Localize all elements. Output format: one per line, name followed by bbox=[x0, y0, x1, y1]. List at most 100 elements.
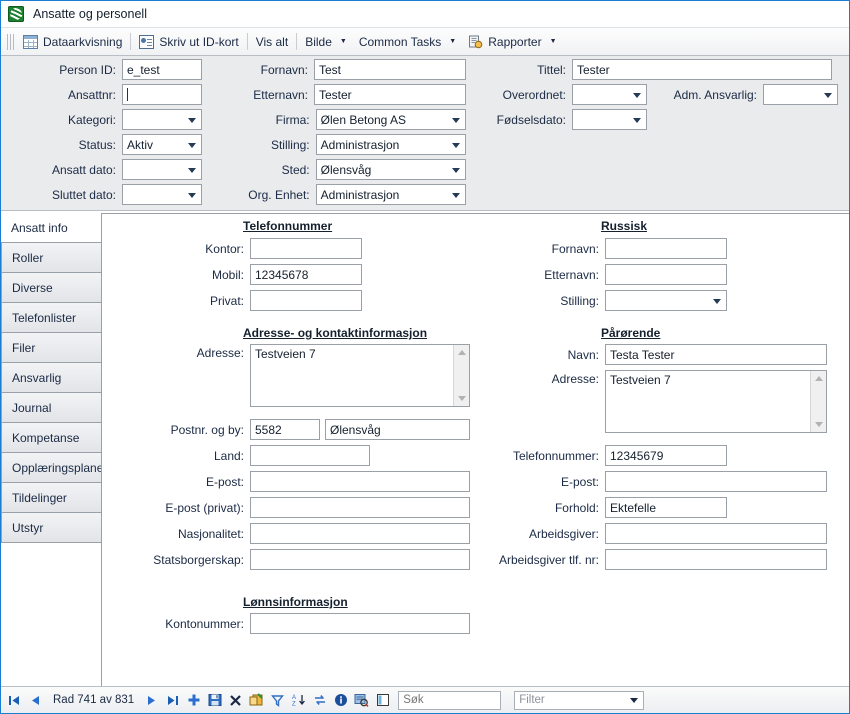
ansattnr-input[interactable] bbox=[122, 84, 202, 105]
refresh-button[interactable] bbox=[311, 692, 328, 709]
section-title-parorende: Pårørende bbox=[601, 326, 660, 340]
by-input[interactable] bbox=[325, 419, 470, 440]
tab-kompetanse[interactable]: Kompetanse bbox=[1, 423, 102, 453]
parorende-arbeidsgiver-input[interactable] bbox=[605, 523, 827, 544]
save-record-button[interactable] bbox=[206, 692, 223, 709]
parorende-arbeidsgiver-tlf-input[interactable] bbox=[605, 549, 827, 570]
parorende-epost-input[interactable] bbox=[605, 471, 827, 492]
adresse-text: Testveien 7 bbox=[255, 347, 316, 361]
privat-input[interactable] bbox=[250, 290, 362, 311]
parorende-navn-input[interactable] bbox=[605, 344, 827, 365]
kategori-combobox[interactable] bbox=[122, 109, 202, 130]
next-record-button[interactable] bbox=[143, 692, 160, 709]
ansatt-dato-combobox[interactable] bbox=[122, 159, 202, 180]
field-label: Ansattnr: bbox=[1, 88, 122, 102]
field-russisk-fornavn: Fornavn: bbox=[462, 238, 727, 259]
statsborgerskap-input[interactable] bbox=[250, 549, 470, 570]
mobil-input[interactable] bbox=[250, 264, 362, 285]
fornavn-input[interactable] bbox=[314, 59, 466, 80]
epost-privat-input[interactable] bbox=[250, 497, 470, 518]
toolbar-vis-alt-button[interactable]: Vis alt bbox=[250, 32, 294, 52]
info-button[interactable] bbox=[332, 692, 349, 709]
filter-button[interactable] bbox=[269, 692, 286, 709]
field-label: Statsborgerskap: bbox=[102, 553, 250, 567]
person-id-input[interactable] bbox=[122, 59, 202, 80]
sted-combobox[interactable]: Ølensvåg bbox=[316, 159, 466, 180]
scrollbar[interactable] bbox=[810, 371, 826, 432]
postnr-input[interactable] bbox=[250, 419, 320, 440]
stilling-combobox[interactable]: Administrasjon bbox=[316, 134, 466, 155]
tittel-input[interactable] bbox=[572, 59, 832, 80]
tab-opplaeringsplaner[interactable]: Opplæringsplaner bbox=[1, 453, 102, 483]
layout-button[interactable] bbox=[374, 692, 391, 709]
toolbar-rapporter-menu[interactable]: Rapporter ▼ bbox=[462, 32, 562, 52]
field-label: Tittel: bbox=[466, 63, 572, 77]
toolbar-item-label: Dataarkvisning bbox=[43, 35, 122, 49]
first-record-button[interactable] bbox=[6, 692, 23, 709]
field-overordnet: Overordnet: Adm. Ansvarlig: bbox=[466, 84, 838, 105]
russisk-fornavn-input[interactable] bbox=[605, 238, 727, 259]
previous-record-button[interactable] bbox=[27, 692, 44, 709]
kontor-input[interactable] bbox=[250, 238, 362, 259]
field-label: Telefonnummer: bbox=[462, 449, 605, 463]
russisk-etternavn-input[interactable] bbox=[605, 264, 727, 285]
firma-combobox[interactable]: Ølen Betong AS bbox=[316, 109, 466, 130]
tab-utstyr[interactable]: Utstyr bbox=[1, 513, 102, 543]
scroll-up-icon bbox=[815, 376, 823, 381]
tab-telefonlister[interactable]: Telefonlister bbox=[1, 303, 102, 333]
parorende-adresse-textarea[interactable]: Testveien 7 bbox=[605, 370, 827, 433]
kontonummer-input[interactable] bbox=[250, 613, 470, 634]
sluttet-dato-combobox[interactable] bbox=[122, 184, 202, 205]
parorende-forhold-input[interactable] bbox=[605, 497, 727, 518]
search-input[interactable] bbox=[398, 691, 501, 710]
etternavn-input[interactable] bbox=[314, 84, 466, 105]
nasjonalitet-input[interactable] bbox=[250, 523, 470, 544]
field-fornavn: Fornavn: bbox=[206, 59, 466, 80]
sort-button[interactable]: AZ bbox=[290, 692, 307, 709]
adm-ansvarlig-combobox[interactable] bbox=[763, 84, 838, 105]
tab-tildelinger[interactable]: Tildelinger bbox=[1, 483, 102, 513]
last-record-button[interactable] bbox=[164, 692, 181, 709]
toolbar-dataarkvisning-button[interactable]: Dataarkvisning bbox=[17, 32, 128, 52]
status-combobox[interactable]: Aktiv bbox=[122, 134, 202, 155]
tab-filer[interactable]: Filer bbox=[1, 333, 102, 363]
toolbar-grip[interactable] bbox=[7, 34, 14, 50]
combobox-value: Administrasjon bbox=[321, 188, 400, 202]
tab-diverse[interactable]: Diverse bbox=[1, 273, 102, 303]
tab-journal[interactable]: Journal bbox=[1, 393, 102, 423]
toolbar-skriv-ut-id-kort-button[interactable]: Skriv ut ID-kort bbox=[133, 32, 244, 52]
parorende-telefonnummer-input[interactable] bbox=[605, 445, 727, 466]
epost-input[interactable] bbox=[250, 471, 470, 492]
field-label: Privat: bbox=[102, 294, 250, 308]
overordnet-combobox[interactable] bbox=[572, 84, 647, 105]
fodselsdato-combobox[interactable] bbox=[572, 109, 647, 130]
toolbar-separator bbox=[296, 33, 297, 50]
chevron-down-icon: ▼ bbox=[449, 38, 456, 45]
adresse-textarea[interactable]: Testveien 7 bbox=[250, 344, 470, 407]
field-label: Firma: bbox=[206, 113, 316, 127]
copy-record-button[interactable] bbox=[248, 692, 265, 709]
tab-ansatt-info[interactable]: Ansatt info bbox=[1, 213, 102, 243]
tab-ansvarlig[interactable]: Ansvarlig bbox=[1, 363, 102, 393]
field-parorende-navn: Navn: bbox=[462, 344, 827, 365]
add-record-button[interactable] bbox=[185, 692, 202, 709]
field-russisk-etternavn: Etternavn: bbox=[462, 264, 727, 285]
tab-roller[interactable]: Roller bbox=[1, 243, 102, 273]
field-sluttet-dato: Sluttet dato: bbox=[1, 184, 206, 205]
scroll-down-icon bbox=[815, 422, 823, 427]
field-label: Fornavn: bbox=[206, 63, 314, 77]
field-fodselsdato: Fødselsdato: bbox=[466, 109, 838, 130]
tab-label: Ansvarlig bbox=[12, 371, 61, 385]
field-label: Kategori: bbox=[1, 113, 122, 127]
filter-combobox[interactable]: Filter bbox=[514, 691, 644, 710]
field-parorende-arbeidsgiver-tlf: Arbeidsgiver tlf. nr: bbox=[462, 549, 827, 570]
main-toolbar: Dataarkvisning Skriv ut ID-kort Vis alt … bbox=[1, 28, 849, 56]
org-enhet-combobox[interactable]: Administrasjon bbox=[316, 184, 466, 205]
delete-record-button[interactable] bbox=[227, 692, 244, 709]
toolbar-common-tasks-menu[interactable]: Common Tasks ▼ bbox=[353, 32, 462, 52]
field-epost-privat: E-post (privat): bbox=[102, 497, 470, 518]
find-button[interactable] bbox=[353, 692, 370, 709]
toolbar-bilde-menu[interactable]: Bilde ▼ bbox=[299, 32, 353, 52]
land-input[interactable] bbox=[250, 445, 370, 466]
russisk-stilling-combobox[interactable] bbox=[605, 290, 727, 311]
